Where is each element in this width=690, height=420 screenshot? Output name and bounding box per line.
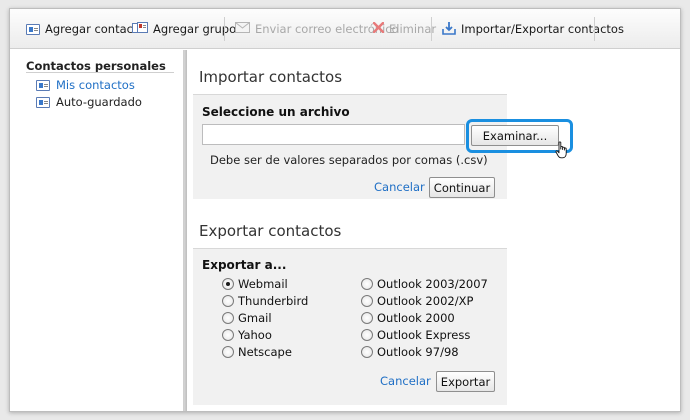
sidebar-item-label: Mis contactos — [56, 78, 135, 92]
option-label: Outlook 2000 — [377, 311, 455, 325]
export-option-outlook-2002[interactable]: Outlook 2002/XP — [361, 294, 473, 308]
delete-x-icon — [372, 21, 385, 36]
option-label: Outlook 2003/2007 — [377, 277, 488, 291]
sidebar-divider-line — [26, 72, 174, 73]
sidebar-item-my-contacts[interactable]: Mis contactos — [36, 78, 135, 92]
option-label: Outlook Express — [377, 328, 471, 342]
contact-card-icon — [26, 23, 40, 35]
file-path-input[interactable] — [202, 124, 465, 145]
import-export-icon — [442, 21, 456, 38]
import-cancel-link[interactable]: Cancelar — [374, 180, 425, 194]
contact-card-icon — [36, 96, 50, 108]
export-title: Exportar contactos — [193, 214, 507, 249]
radio-button[interactable] — [361, 295, 373, 307]
radio-button[interactable] — [361, 278, 373, 290]
add-contact-label: Agregar contacto — [45, 22, 145, 36]
export-option-gmail[interactable]: Gmail — [222, 311, 272, 325]
option-label: Webmail — [238, 277, 288, 291]
envelope-icon — [235, 22, 250, 36]
export-option-webmail[interactable]: Webmail — [222, 277, 288, 291]
contact-card-icon — [36, 79, 50, 91]
toolbar-divider — [224, 17, 225, 41]
export-option-outlook-2003[interactable]: Outlook 2003/2007 — [361, 277, 488, 291]
import-export-button[interactable]: Importar/Exportar contactos — [442, 18, 624, 40]
option-label: Thunderbird — [238, 294, 309, 308]
radio-button[interactable] — [222, 312, 234, 324]
add-contact-button[interactable]: Agregar contacto — [26, 18, 145, 40]
export-option-netscape[interactable]: Netscape — [222, 345, 292, 359]
radio-button[interactable] — [222, 278, 234, 290]
option-label: Outlook 97/98 — [377, 345, 459, 359]
delete-button[interactable]: Eliminar — [372, 18, 437, 40]
import-title: Importar contactos — [193, 60, 507, 95]
export-panel: Exportar contactos Exportar a... Webmail… — [193, 214, 507, 405]
continue-button[interactable]: Continuar — [429, 177, 495, 198]
radio-button[interactable] — [222, 329, 234, 341]
pane-splitter[interactable] — [183, 50, 187, 411]
export-option-thunderbird[interactable]: Thunderbird — [222, 294, 308, 308]
export-cancel-link[interactable]: Cancelar — [380, 374, 431, 388]
sidebar-item-auto-saved[interactable]: Auto-guardado — [36, 95, 142, 109]
export-option-outlook-97[interactable]: Outlook 97/98 — [361, 345, 459, 359]
contacts-window: Agregar contacto Agregar grupo Enviar co… — [9, 8, 681, 412]
radio-button[interactable] — [361, 312, 373, 324]
hand-cursor-icon — [555, 141, 569, 162]
export-button[interactable]: Exportar — [436, 371, 495, 392]
export-option-yahoo[interactable]: Yahoo — [222, 328, 272, 342]
select-file-label: Seleccione un archivo — [202, 105, 350, 119]
option-label: Netscape — [238, 345, 292, 359]
toolbar: Agregar contacto Agregar grupo Enviar co… — [10, 9, 680, 49]
add-group-button[interactable]: Agregar grupo — [132, 18, 236, 40]
radio-button[interactable] — [361, 329, 373, 341]
export-option-outlook-express[interactable]: Outlook Express — [361, 328, 470, 342]
export-option-outlook-2000[interactable]: Outlook 2000 — [361, 311, 455, 325]
delete-label: Eliminar — [389, 22, 437, 36]
import-export-label: Importar/Exportar contactos — [461, 22, 624, 36]
export-to-label: Exportar a... — [202, 258, 287, 272]
csv-hint: Debe ser de valores separados por comas … — [210, 153, 488, 167]
option-label: Yahoo — [238, 328, 272, 342]
toolbar-divider — [594, 17, 595, 41]
radio-button[interactable] — [361, 346, 373, 358]
radio-button[interactable] — [222, 346, 234, 358]
option-label: Gmail — [238, 311, 272, 325]
sidebar-title: Contactos personales — [26, 59, 166, 73]
option-label: Outlook 2002/XP — [377, 294, 474, 308]
sidebar-item-label: Auto-guardado — [56, 95, 142, 109]
toolbar-divider — [431, 17, 432, 41]
radio-button[interactable] — [222, 295, 234, 307]
import-panel: Importar contactos Seleccione un archivo… — [193, 60, 573, 199]
group-icon — [132, 21, 148, 37]
